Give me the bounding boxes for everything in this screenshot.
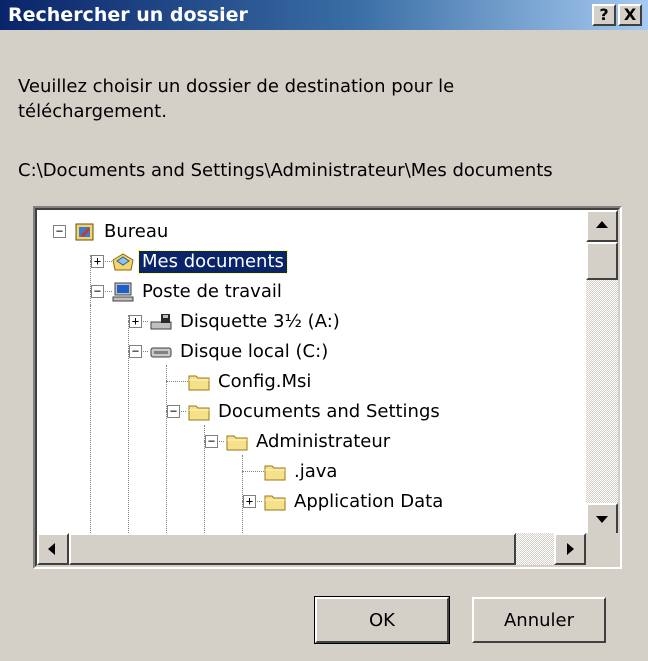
browse-folder-dialog: Rechercher un dossier ? X Veuillez chois… [0,0,648,661]
tree-item-label: Bureau [104,221,169,242]
tree-item-label: Documents and Settings [218,401,440,422]
tree-item-label: Config.Msi [218,371,312,392]
expand-button[interactable]: + [243,495,256,508]
tree-item[interactable]: Config.Msi [187,367,314,397]
tree-item[interactable]: Disque local (C:) [149,337,331,367]
collapse-button[interactable]: − [53,225,66,238]
tree-item[interactable]: Disquette 3½ (A:) [149,307,343,337]
tree-item-label: Application Data [294,491,444,512]
collapse-button[interactable]: − [91,285,104,298]
tree-item-label: Disquette 3½ (A:) [180,311,340,332]
collapse-button[interactable]: − [129,345,142,358]
folder-tree[interactable]: − Bureau + Mes documents − Poste de travail + D… [33,206,622,569]
arrow-up-icon [596,221,608,228]
tree-item[interactable]: Documents and Settings [187,397,443,427]
arrow-left-icon [48,543,55,555]
vertical-scroll-thumb[interactable] [586,242,618,280]
tree-item[interactable]: .java [263,457,340,487]
scroll-up-button[interactable] [586,210,618,242]
collapse-button[interactable]: − [167,405,180,418]
expand-button[interactable]: + [129,315,142,328]
close-button[interactable]: X [618,4,642,26]
tree-item[interactable]: Mes documents [111,247,288,277]
current-path: C:\Documents and Settings\Administrateur… [18,160,553,181]
tree-item[interactable]: Bureau [73,217,171,247]
my-documents-icon [111,251,135,273]
tree-item-label: .java [294,461,338,482]
floppy-drive-icon [149,311,173,333]
dialog-title: Rechercher un dossier [8,4,248,26]
expand-button[interactable]: + [91,255,104,268]
ok-button[interactable]: OK [314,596,450,644]
tree-item-label: Poste de travail [142,281,282,302]
tree-item-label: Disque local (C:) [180,341,329,362]
tree-view[interactable]: − Bureau + Mes documents − Poste de travail + D… [37,210,586,535]
scrollbar-corner [586,533,618,565]
scroll-right-button[interactable] [554,533,586,565]
arrow-down-icon [596,516,608,523]
scroll-down-button[interactable] [586,503,618,535]
desktop-icon [73,221,97,243]
folder-icon [263,491,287,513]
folder-icon [225,431,249,453]
arrow-right-icon [567,543,574,555]
folder-icon [263,461,287,483]
my-computer-icon [111,281,135,303]
horizontal-scrollbar[interactable] [37,533,586,565]
tree-item-label: Mes documents [138,250,288,274]
collapse-button[interactable]: − [205,435,218,448]
title-bar[interactable]: Rechercher un dossier ? X [0,0,648,30]
tree-item-label: Administrateur [256,431,391,452]
tree-item[interactable]: Application Data [263,487,446,517]
scroll-left-button[interactable] [37,533,69,565]
horizontal-scroll-thumb[interactable] [69,533,516,565]
folder-icon [187,371,211,393]
help-button[interactable]: ? [592,4,616,26]
instruction-text: Veuillez choisir un dossier de destinati… [18,76,455,122]
tree-item[interactable]: Poste de travail [111,277,285,307]
folder-icon [187,401,211,423]
cancel-button[interactable]: Annuler [472,597,606,643]
hard-drive-icon [149,341,173,363]
tree-item[interactable]: Administrateur [225,427,393,457]
vertical-scrollbar[interactable] [586,210,618,535]
